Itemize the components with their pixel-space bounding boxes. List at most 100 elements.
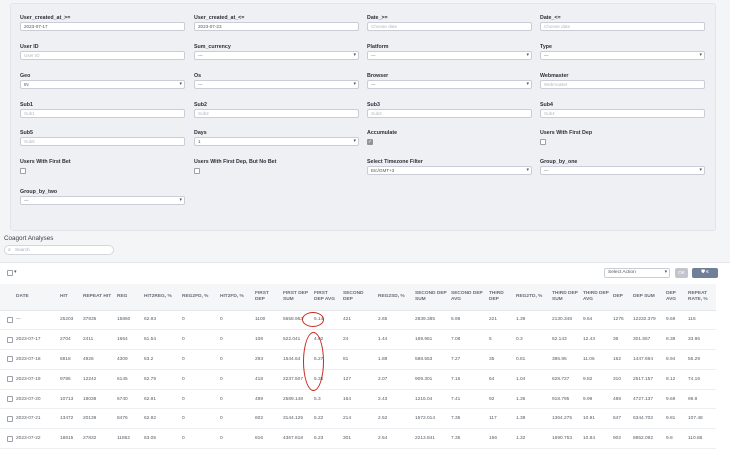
column-header[interactable]: DEP SUM (631, 284, 664, 311)
table-cell: 9.81 (664, 408, 686, 430)
sum-currency-select[interactable]: --- ▾ (194, 51, 359, 60)
field-label: User_created_at_>= (20, 15, 71, 21)
row-checkbox[interactable] (7, 395, 13, 402)
field-value: --- (544, 53, 549, 58)
accumulate-checkbox[interactable]: ✓ (367, 139, 373, 145)
column-header[interactable]: FIRST DEP (253, 284, 281, 311)
select-all-checkbox[interactable] (7, 270, 13, 276)
table-cell: 18815 (58, 428, 81, 450)
column-header[interactable]: DATE (14, 284, 58, 311)
table-cell: 4309 (115, 349, 142, 370)
user-created-to-input[interactable]: 2023-07-23 (194, 22, 359, 31)
table-cell: 301 (341, 428, 376, 450)
column-header[interactable]: REG2FD, % (180, 284, 218, 311)
date-from-input[interactable]: Choose date (367, 22, 532, 31)
table-cell: 588.553 (413, 349, 449, 370)
timezone-select[interactable]: Etc/GMT+3 ▾ (367, 166, 532, 175)
column-header[interactable]: THIRD DEP (487, 284, 514, 311)
column-header[interactable]: THIRD DEP AVG (581, 284, 611, 311)
os-select[interactable]: --- ▾ (194, 80, 359, 89)
table-cell: 9.69 (664, 389, 686, 410)
field-value: --- (371, 82, 376, 87)
field-label: Browser (367, 73, 389, 79)
users-first-bet-checkbox[interactable] (20, 168, 26, 174)
column-header[interactable]: FIRST DEP AVG (312, 284, 341, 311)
users-first-dep-no-bet-checkbox[interactable] (194, 168, 200, 174)
geo-select[interactable]: IN ▾ (20, 80, 185, 89)
table-row: 2023-07-19 9786 12242 6145 62.79 0 0 418 2237.50… (0, 369, 716, 390)
table-cell: 6740 (115, 389, 142, 410)
column-header[interactable]: SECOND DEP (341, 284, 376, 311)
row-checkbox[interactable] (7, 435, 13, 442)
browser-select[interactable]: --- ▾ (367, 80, 532, 89)
column-header[interactable]: REPEAT HIT (81, 284, 115, 311)
user-created-from-input[interactable]: 2023-07-17 (20, 22, 185, 31)
days-select[interactable]: 1 ▾ (194, 137, 359, 146)
sub1-input[interactable]: Sub1 (20, 109, 185, 118)
chevron-down-icon: ▾ (353, 81, 356, 87)
chevron-down-icon: ▾ (526, 167, 529, 173)
user-id-input[interactable]: User ID (20, 51, 185, 60)
chevron-down-icon: ▾ (699, 52, 702, 58)
column-header[interactable]: FIRST DEP SUM (281, 284, 312, 311)
table-row: 2023-07-18 6818 4926 4309 63.2 0 0 293 1544.64 5.… (0, 349, 716, 370)
field-label: Sub1 (20, 102, 33, 108)
filter-button[interactable]: ⛊ € (692, 268, 718, 278)
users-first-dep-checkbox[interactable] (540, 139, 546, 145)
table-cell: 0 (218, 428, 253, 450)
column-header[interactable]: DEP AVG (664, 284, 686, 311)
row-checkbox[interactable] (7, 356, 13, 363)
table-cell: 92 (487, 389, 514, 410)
column-header[interactable]: HIT2FD, % (218, 284, 253, 311)
table-cell: 5.22 (312, 408, 341, 430)
column-header[interactable]: DEP (611, 284, 631, 311)
field-label: User ID (20, 44, 39, 50)
row-checkbox[interactable] (7, 376, 13, 383)
table-cell: 909.301 (413, 369, 449, 390)
platform-select[interactable]: --- ▾ (367, 51, 532, 60)
group-by-one-select[interactable]: --- ▾ (540, 166, 705, 175)
column-header[interactable]: HIT2REG, % (142, 284, 180, 311)
row-checkbox[interactable] (7, 415, 13, 422)
table-cell: 5.3 (312, 389, 341, 410)
select-action-dropdown[interactable]: Select Action ▾ (604, 268, 670, 278)
chevron-down-icon[interactable]: ▾ (14, 269, 17, 275)
column-header[interactable]: THIRD DEP SUM (550, 284, 581, 311)
field-user-id: User ID User ID (20, 43, 185, 60)
column-header[interactable]: REG2TD, % (514, 284, 550, 311)
column-header[interactable]: SECOND DEP SUM (413, 284, 449, 311)
field-value: --- (371, 53, 376, 58)
group-by-two-select[interactable]: --- ▾ (20, 196, 185, 205)
table-cell: 6.98 (449, 310, 487, 331)
sub3-input[interactable]: Sub3 (367, 109, 532, 118)
row-checkbox-cell (0, 310, 14, 331)
column-header[interactable]: REPEAT RATE, % (686, 284, 716, 311)
column-header[interactable]: SECOND DEP AVG (449, 284, 487, 311)
table-cell: 63.2 (142, 349, 180, 370)
column-header[interactable]: HIT (58, 284, 81, 311)
table-cell: 214 (341, 408, 376, 430)
table-cell: 74.16 (686, 369, 716, 390)
type-select[interactable]: --- ▾ (540, 51, 705, 60)
row-checkbox[interactable] (7, 336, 13, 343)
table-cell: 9.99 (581, 389, 611, 410)
select-action-label: Select Action (608, 270, 636, 275)
header-checkbox-cell (0, 284, 14, 311)
sub4-input[interactable]: Sub4 (540, 109, 705, 118)
table-header-row: DATE HIT REPEAT HIT REG HIT2REG, % REG2FD, % H… (0, 284, 716, 311)
field-placeholder: User ID (24, 53, 40, 58)
row-checkbox[interactable] (7, 316, 13, 323)
sub2-input[interactable]: Sub2 (194, 109, 359, 118)
search-input[interactable]: ⌕ Search (4, 245, 114, 255)
table-cell: 0 (218, 329, 253, 351)
column-header[interactable]: REG (115, 284, 142, 311)
column-header[interactable]: REG2SD, % (376, 284, 413, 311)
webmaster-input[interactable]: Webmaster (540, 80, 705, 89)
date-to-input[interactable]: Choose date (540, 22, 705, 31)
table-cell: 2023-07-22 (14, 428, 58, 450)
field-os: Os --- ▾ (194, 72, 359, 89)
field-platform: Platform --- ▾ (367, 43, 532, 60)
table-cell: 2130.348 (550, 310, 581, 331)
sub5-input[interactable]: Sub5 (20, 137, 185, 146)
ok-button[interactable]: OK (675, 268, 688, 278)
